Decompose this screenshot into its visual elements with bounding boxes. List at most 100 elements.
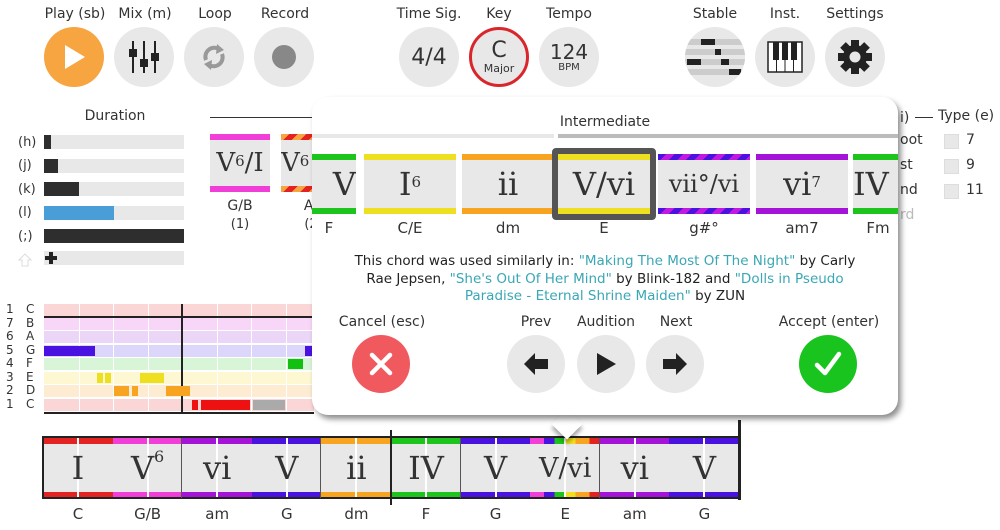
chord-option[interactable]: V [312,154,356,214]
note-block[interactable] [97,372,103,383]
color-bar [312,154,356,160]
timeline-chord[interactable]: V6 [112,438,183,498]
note-block[interactable] [105,372,111,383]
timeline-chord[interactable]: ii [321,438,392,498]
duration-track[interactable] [44,135,184,149]
chord-name: am [622,505,647,523]
inversion-option-label[interactable]: st [900,157,913,173]
color-bar [853,208,898,214]
note-block[interactable] [192,399,198,410]
note-name: C [26,302,35,316]
piano-roll-row[interactable] [44,358,314,370]
selected-chord-frame [552,148,656,220]
roman-numeral: vi [620,449,649,487]
record-button[interactable] [254,27,314,87]
chord-name: E [560,505,570,523]
timeline-chord[interactable]: V [460,438,531,498]
timeline-chord[interactable]: V [251,438,322,498]
note-block[interactable] [201,399,250,410]
timeline-chord[interactable]: V/vi [530,438,601,498]
duration-option[interactable]: (h) [18,134,188,150]
timeline-chord[interactable]: vi [599,438,670,498]
mix-label: Mix (m) [118,6,172,22]
chord-extension: 6 [299,152,310,170]
color-bar [364,154,456,160]
note-block[interactable] [44,345,95,356]
key-button[interactable]: C Major [469,27,529,87]
song-link[interactable]: "Making The Most Of The Night" [579,253,796,269]
duration-hotkey: (k) [18,181,36,197]
chord-option[interactable]: I6 [364,154,456,214]
color-bar [312,208,356,214]
piano-roll-row[interactable] [44,371,314,384]
beat-line [78,371,80,384]
section-title: Intermediate [559,114,651,130]
chord-option[interactable]: ii [462,154,554,214]
duration-track[interactable] [44,158,184,173]
note-block[interactable] [253,399,285,410]
duration-track[interactable] [44,182,184,196]
piano-roll-icon [685,39,745,75]
chord-name: G [489,505,502,523]
prev-button[interactable] [507,335,565,393]
loop-label: Loop [198,6,232,22]
duration-option[interactable]: (l) [18,205,188,221]
suggestion-card[interactable]: V 6/I [210,134,270,192]
chord-name: C [72,505,84,523]
settings-button[interactable] [825,27,885,87]
numeral-wrap: V/vi [539,453,591,484]
chord-option[interactable]: vi 7 [756,154,848,214]
note-block[interactable] [132,386,138,396]
roman-numeral: vi [783,165,812,203]
note-block[interactable] [114,386,129,396]
inversion-option-label[interactable]: nd [900,182,918,198]
chord-option[interactable]: IV [853,154,898,214]
timeline-chord[interactable]: IV [391,438,461,498]
time-sig-button[interactable]: 4/4 [399,27,459,87]
type-checkbox[interactable] [944,134,959,149]
piano-roll-row[interactable] [44,317,314,330]
next-button[interactable] [646,335,704,393]
mix-button[interactable] [114,27,174,87]
cancel-button[interactable] [352,335,410,393]
duration-option[interactable]: (j) [18,158,188,174]
time-sig-value: 4/4 [411,44,447,70]
duration-option[interactable]: (;) [18,228,188,244]
loop-button[interactable] [184,27,244,87]
numeral-suffix: /I [244,148,264,178]
audition-button[interactable] [577,335,635,393]
duration-track[interactable] [44,205,184,220]
type-checkbox[interactable] [944,184,959,199]
measure-line [181,304,183,414]
song-link[interactable]: "She's Out Of Her Mind" [450,271,612,287]
inversion-option-label[interactable]: rd [900,207,914,223]
play-button[interactable] [44,27,104,87]
type-checkbox[interactable] [944,159,959,174]
duration-add-row[interactable] [44,251,184,265]
note-name: E [26,369,34,384]
duration-fill [44,205,114,220]
tempo-unit: BPM [558,61,580,73]
duration-track[interactable] [44,229,184,243]
timeline-chord[interactable]: V [669,438,740,498]
note-block[interactable] [288,359,303,369]
accept-button[interactable] [799,335,857,393]
inversion-option-label[interactable]: oot [900,132,923,148]
piano-roll-row[interactable] [44,331,314,343]
octave-line [44,316,314,318]
note-block[interactable] [140,372,164,383]
chord-option[interactable]: vii°/vi [658,154,750,214]
color-bar [756,154,848,160]
timeline-chord[interactable]: vi [182,438,253,498]
chord-name: dm [495,219,521,237]
tempo-button[interactable]: 124 BPM [539,27,599,87]
chord-name: am [205,505,230,523]
timeline-chord[interactable]: I [43,438,113,498]
chord-name: G/B [134,505,162,523]
stable-button[interactable] [685,27,745,87]
piano-roll-row[interactable] [44,304,314,316]
note-block[interactable] [166,386,190,396]
inst-button[interactable] [755,27,815,87]
duration-option[interactable]: (k) [18,181,188,197]
beat-line [147,398,149,411]
